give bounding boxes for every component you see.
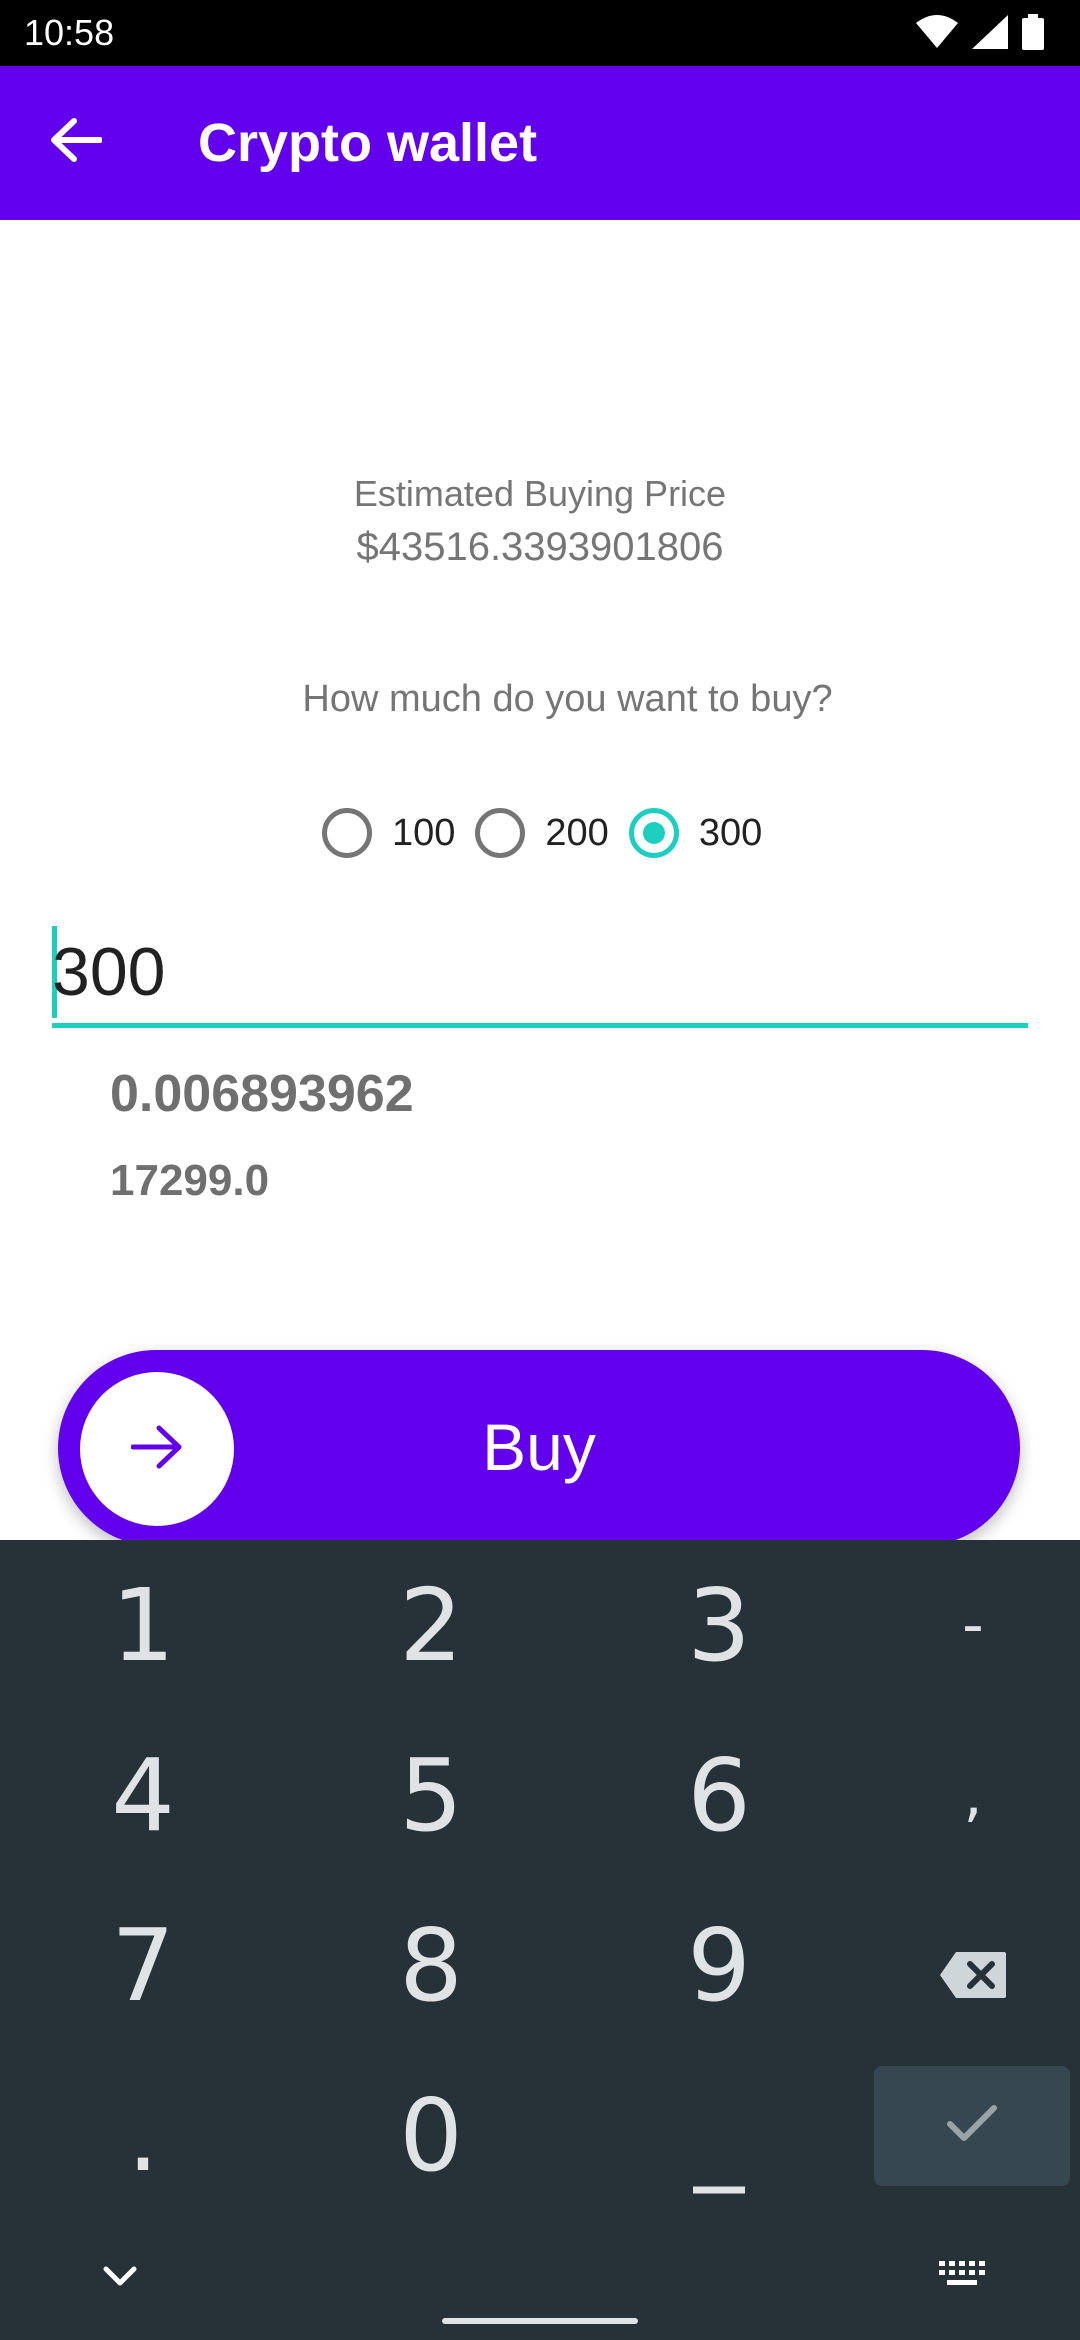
home-indicator[interactable] (442, 2318, 638, 2324)
switch-keyboard-button[interactable] (930, 2254, 994, 2298)
key-4[interactable]: 4 (8, 1710, 278, 1880)
status-icons (916, 13, 1044, 55)
app-bar: Crypto wallet (0, 66, 1080, 220)
key-6[interactable]: 6 (584, 1710, 854, 1880)
chevron-down-icon (102, 2265, 138, 2292)
amount-radio-group: 100 200 300 (322, 802, 782, 864)
radio-label: 300 (698, 811, 763, 854)
check-icon (946, 2104, 998, 2149)
radio-option-100[interactable]: 100 (322, 808, 455, 858)
key-8[interactable]: 8 (296, 1880, 566, 2050)
status-time: 10:58 (24, 12, 115, 53)
buy-button-label: Buy (482, 1410, 596, 1484)
key-2[interactable]: 2 (296, 1540, 566, 1710)
arrow-left-icon (50, 117, 103, 167)
secondary-amount: 17299.0 (110, 1156, 270, 1205)
backspace-key[interactable] (838, 1880, 1080, 2050)
amount-input[interactable]: 300 (52, 922, 1028, 1028)
app-title: Crypto wallet (198, 113, 538, 173)
buy-amount-question: How much do you want to buy? (302, 678, 833, 720)
estimated-price-value: $43516.3393901806 (356, 525, 724, 569)
key-comma[interactable]: , (838, 1710, 1080, 1880)
radio-option-300[interactable]: 300 (628, 808, 763, 858)
status-bar: 10:58 (0, 0, 1080, 66)
key-underscore[interactable]: _ (584, 2050, 854, 2220)
key-minus[interactable]: - (838, 1540, 1080, 1710)
key-7[interactable]: 7 (8, 1880, 278, 2050)
radio-option-200[interactable]: 200 (475, 808, 609, 858)
radio-label: 200 (545, 811, 609, 854)
keyboard-icon (939, 2260, 985, 2292)
key-9[interactable]: 9 (584, 1880, 854, 2050)
enter-key[interactable] (874, 2066, 1070, 2186)
key-5[interactable]: 5 (296, 1710, 566, 1880)
numeric-keyboard: 1 2 3 - 4 5 6 , 7 8 9 . 0 _ (0, 1540, 1080, 2340)
wifi-icon (916, 14, 958, 54)
amount-input-value: 300 (52, 934, 166, 1010)
buy-button[interactable]: Buy (58, 1350, 1020, 1546)
key-1[interactable]: 1 (8, 1540, 278, 1710)
key-0[interactable]: 0 (296, 2050, 566, 2220)
radio-button-icon[interactable] (322, 808, 372, 858)
back-button[interactable] (40, 106, 112, 178)
key-3[interactable]: 3 (584, 1540, 854, 1710)
radio-label: 100 (392, 811, 456, 854)
radio-button-checked-icon[interactable] (628, 808, 679, 858)
key-period[interactable]: . (8, 2050, 278, 2220)
signal-icon (972, 14, 1008, 54)
estimated-price-label: Estimated Buying Price (353, 473, 727, 514)
crypto-amount: 0.006893962 (110, 1065, 414, 1123)
radio-button-icon[interactable] (475, 808, 526, 858)
backspace-icon (938, 1907, 1008, 2024)
battery-icon (1022, 13, 1044, 55)
hide-keyboard-button[interactable] (90, 2258, 150, 2298)
